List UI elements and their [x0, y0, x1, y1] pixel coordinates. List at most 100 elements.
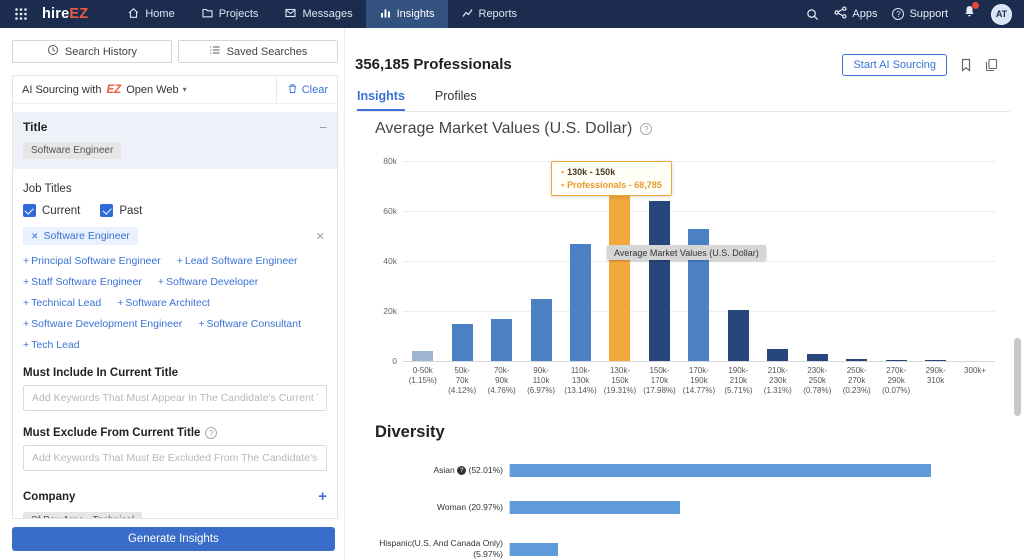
search-icon[interactable] — [806, 8, 819, 21]
bookmark-icon[interactable] — [960, 58, 972, 72]
open-web-dropdown[interactable]: Open Web ▾ — [126, 84, 186, 96]
suggested-titles: +Principal Software Engineer +Lead Softwa… — [23, 255, 327, 351]
suggested-title-chip[interactable]: +Software Developer — [158, 276, 258, 288]
chart-help-icon[interactable]: ? — [640, 123, 652, 135]
diversity-bar[interactable] — [510, 501, 680, 514]
market-value-bar[interactable] — [570, 244, 591, 361]
bar-slot — [798, 354, 837, 361]
main-content: 356,185 Professionals Start AI Sourcing … — [345, 28, 1024, 559]
plus-icon: + — [177, 255, 183, 267]
current-label: Current — [42, 205, 80, 217]
diversity-bar[interactable] — [510, 543, 558, 556]
question-circle-icon: ? — [892, 8, 904, 20]
nav-item-reports[interactable]: Reports — [448, 0, 531, 28]
primary-nav: Home Projects Messages Insights Reports — [114, 0, 530, 28]
market-value-bar[interactable] — [491, 319, 512, 361]
market-value-bar[interactable] — [649, 201, 670, 361]
suggested-title-chip[interactable]: +Principal Software Engineer — [23, 255, 161, 267]
job-titles-label: Job Titles — [23, 183, 327, 195]
remove-chip-icon[interactable]: ✕ — [31, 231, 39, 242]
selected-title-chip[interactable]: ✕ Software Engineer — [23, 227, 138, 245]
clear-row-icon[interactable]: ✕ — [316, 230, 327, 243]
current-checkbox[interactable]: Current — [23, 204, 80, 217]
market-value-bar[interactable] — [452, 324, 473, 361]
y-tick-label: 0 — [392, 356, 397, 366]
market-value-bar[interactable] — [767, 349, 788, 361]
market-value-bar[interactable] — [807, 354, 828, 361]
market-chart-yaxis: 80k60k40k20k0 — [365, 161, 399, 361]
navbar-right: Apps ? Support AT — [806, 4, 1016, 25]
saved-searches-button[interactable]: Saved Searches — [178, 40, 338, 63]
title-chip[interactable]: Software Engineer — [23, 142, 121, 159]
x-tick-label: 70k-90k(4.76%) — [482, 366, 521, 396]
nav-item-apps[interactable]: Apps — [834, 6, 877, 22]
share-nodes-icon — [834, 6, 847, 22]
x-tick-label: 250k-270k(0.23%) — [837, 366, 876, 396]
nav-item-projects[interactable]: Projects — [188, 0, 272, 28]
result-tabs: Insights Profiles — [357, 89, 477, 111]
expand-icon[interactable]: + — [318, 489, 327, 504]
market-value-bar[interactable] — [846, 359, 867, 361]
plus-icon: + — [23, 297, 29, 309]
nav-item-insights[interactable]: Insights — [366, 0, 448, 28]
top-navbar: hireEZ Home Projects Messages Insights R… — [0, 0, 1024, 28]
plus-icon: + — [158, 276, 164, 288]
hireez-logo[interactable]: hireEZ — [42, 6, 88, 22]
bar-slot — [758, 349, 797, 361]
diversity-category-label: Woman (20.97%) — [375, 502, 509, 513]
app-grid-icon[interactable] — [8, 0, 34, 28]
diversity-bar-area — [509, 464, 984, 477]
suggested-title-chip[interactable]: +Software Development Engineer — [23, 318, 182, 330]
saved-searches-label: Saved Searches — [227, 46, 308, 58]
suggested-title-chip[interactable]: +Technical Lead — [23, 297, 101, 309]
diversity-chart: Asian ? (52.01%)Woman (20.97%)Hispanic(U… — [375, 458, 984, 559]
notifications-bell[interactable] — [963, 5, 976, 23]
info-icon[interactable]: ? — [457, 466, 466, 475]
nav-item-support[interactable]: ? Support — [892, 8, 948, 20]
tab-profiles[interactable]: Profiles — [435, 89, 477, 111]
diversity-row: Hispanic(U.S. And Canada Only) (5.97%) — [375, 538, 984, 559]
nav-item-messages[interactable]: Messages — [271, 0, 365, 28]
vertical-scrollbar[interactable] — [1014, 338, 1021, 416]
bar-slot — [600, 189, 639, 361]
suggested-title-chip[interactable]: +Tech Lead — [23, 339, 80, 351]
nav-item-home[interactable]: Home — [114, 0, 187, 28]
collapse-icon[interactable]: − — [319, 121, 327, 134]
generate-insights-button[interactable]: Generate Insights — [12, 527, 335, 551]
start-ai-sourcing-button[interactable]: Start AI Sourcing — [842, 54, 947, 76]
market-value-bar[interactable] — [728, 310, 749, 361]
help-icon[interactable]: ? — [205, 427, 217, 439]
market-value-bar[interactable] — [886, 360, 907, 361]
y-tick-label: 60k — [383, 206, 397, 216]
clear-filters-button[interactable]: Clear — [276, 76, 328, 103]
x-tick-label: 90k-110k(6.97%) — [521, 366, 560, 396]
suggested-title-chip[interactable]: +Lead Software Engineer — [177, 255, 298, 267]
search-history-button[interactable]: Search History — [12, 40, 172, 63]
market-value-bar[interactable] — [412, 351, 433, 361]
chart-tooltip: •130k - 150k •Professionals - 68,785 — [551, 161, 672, 196]
suggested-title-chip[interactable]: +Software Consultant — [198, 318, 301, 330]
market-value-bar[interactable] — [609, 189, 630, 361]
company-chip[interactable]: Sf Bay Area - Technical — [23, 512, 142, 519]
x-tick-label: 230k-250k(0.78%) — [798, 366, 837, 396]
tab-insights[interactable]: Insights — [357, 89, 405, 111]
selected-title-label: Software Engineer — [44, 230, 130, 242]
title-section-header: Title − Software Engineer — [13, 112, 337, 169]
market-value-bar[interactable] — [531, 299, 552, 361]
suggested-title-chip[interactable]: +Staff Software Engineer — [23, 276, 142, 288]
copy-icon[interactable] — [985, 58, 998, 72]
nav-label: Support — [909, 8, 948, 20]
bar-slot — [442, 324, 481, 361]
must-exclude-input[interactable] — [23, 445, 327, 471]
nav-label: Apps — [852, 8, 877, 20]
past-checkbox[interactable]: Past — [100, 204, 142, 217]
nav-label: Projects — [219, 8, 259, 20]
market-value-bar[interactable] — [925, 360, 946, 361]
suggested-title-chip[interactable]: +Software Architect — [117, 297, 210, 309]
selected-titles-row: ✕ Software Engineer ✕ — [23, 227, 327, 245]
user-avatar[interactable]: AT — [991, 4, 1012, 25]
open-web-label: Open Web — [126, 84, 178, 96]
must-include-input[interactable] — [23, 385, 327, 411]
diversity-bar-area — [509, 501, 984, 514]
diversity-bar[interactable] — [510, 464, 931, 477]
